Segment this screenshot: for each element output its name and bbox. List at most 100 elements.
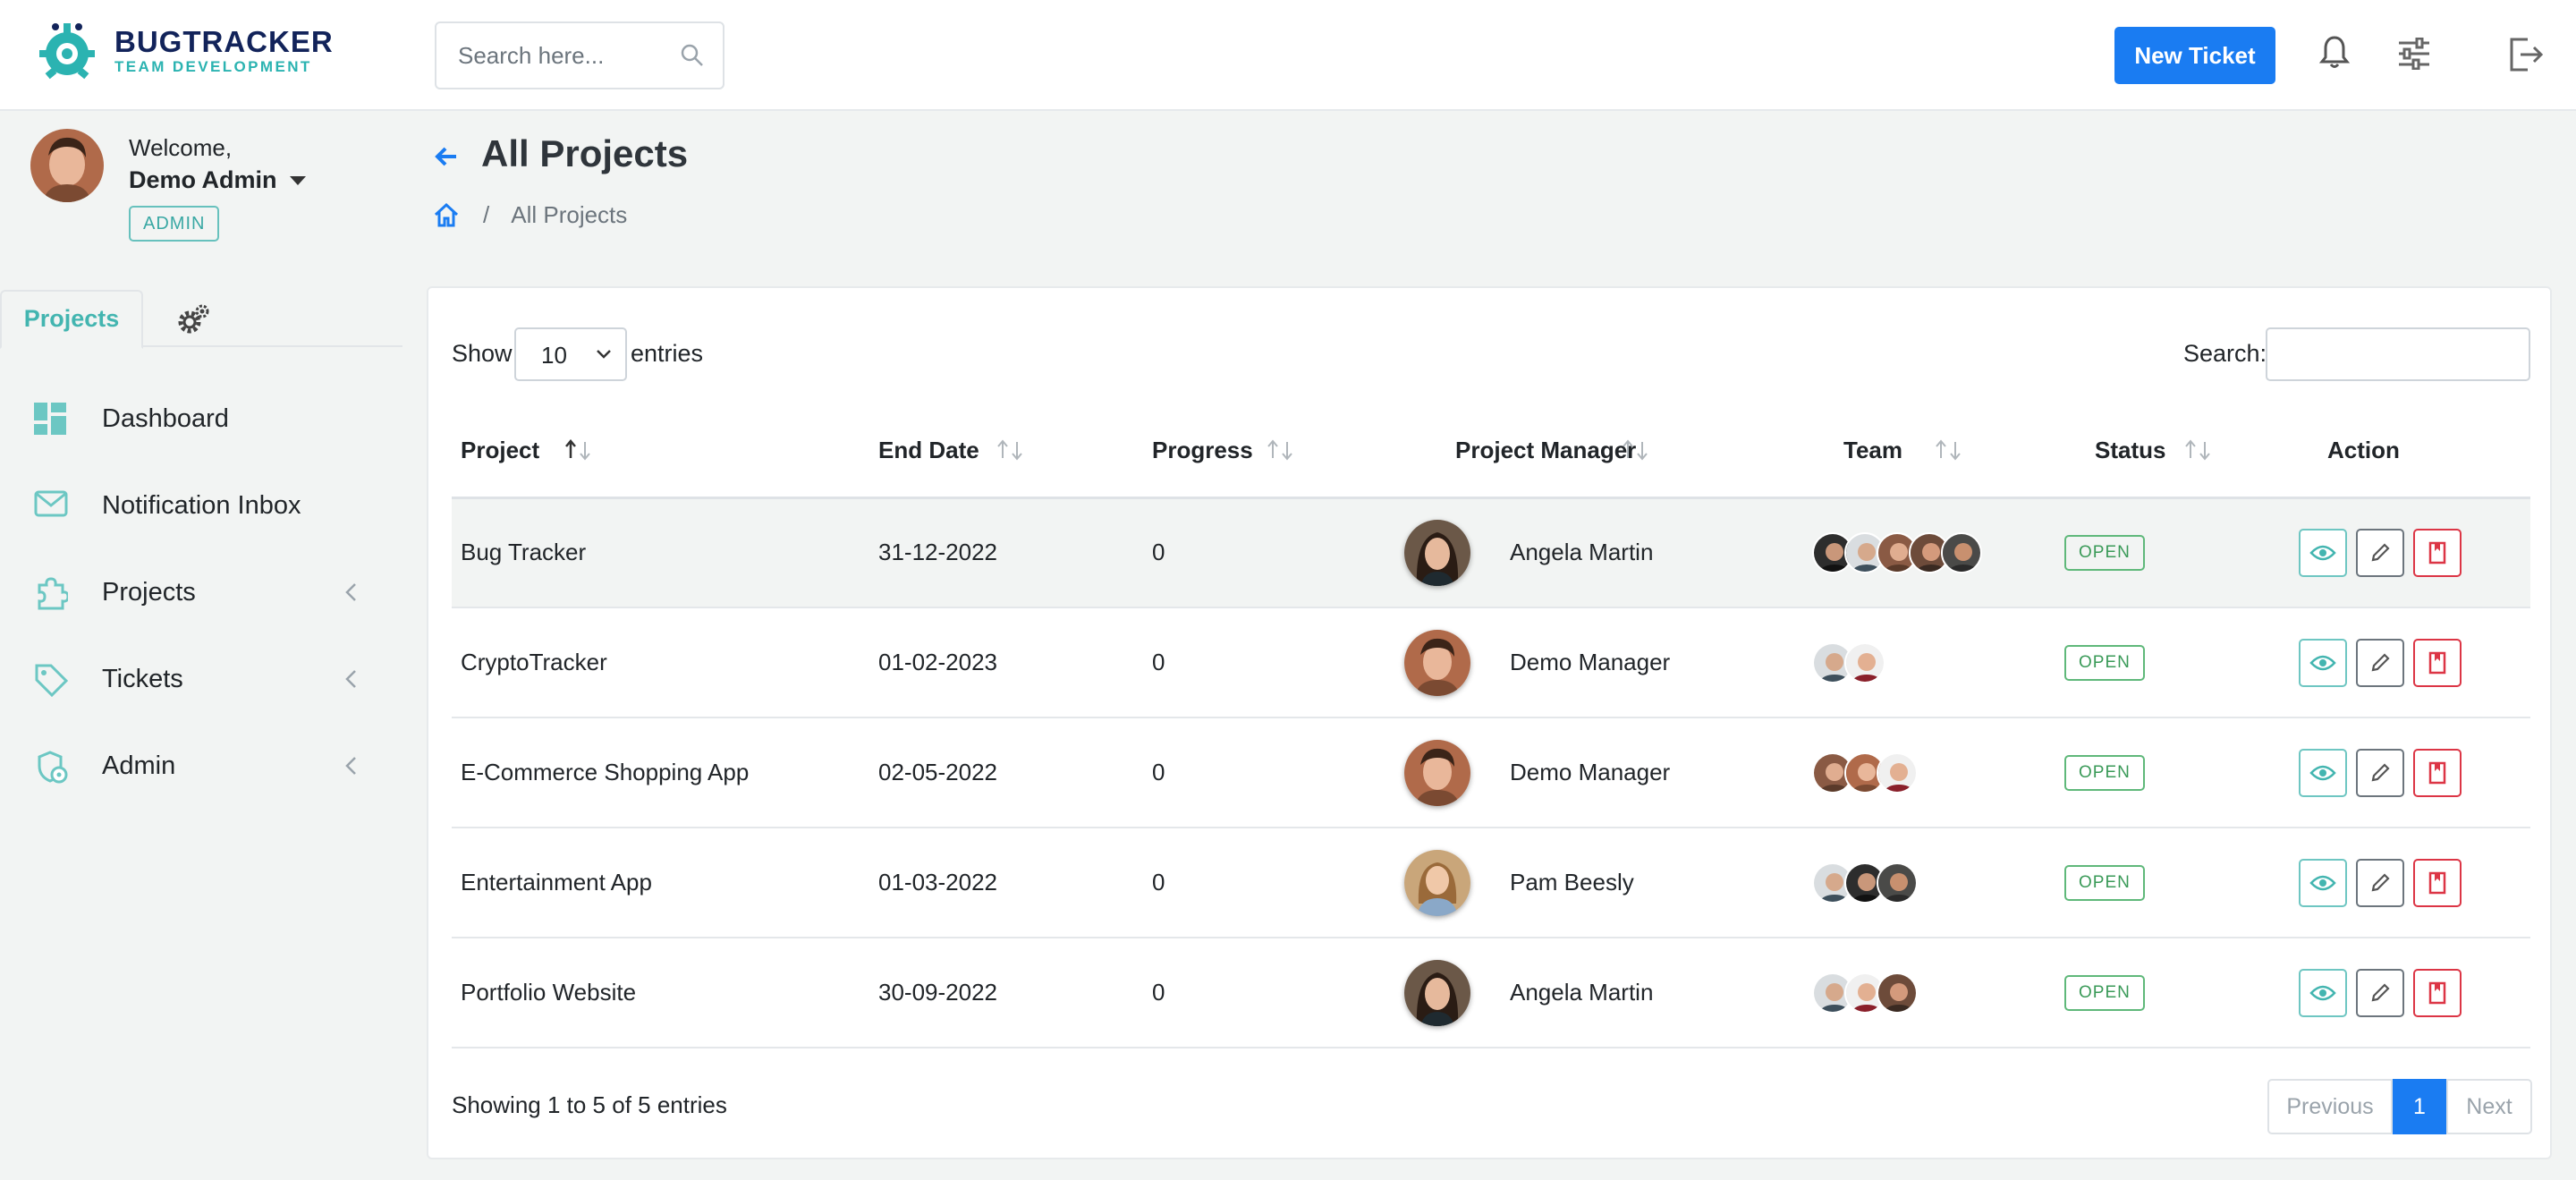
column-header-project[interactable]: Project xyxy=(452,404,869,499)
archive-button[interactable] xyxy=(2413,748,2462,797)
sort-icon xyxy=(997,439,1022,461)
entries-value: 10 xyxy=(541,342,567,369)
archive-button[interactable] xyxy=(2413,638,2462,687)
breadcrumb-current: All Projects xyxy=(511,200,628,228)
team-member-avatar[interactable] xyxy=(1877,862,1918,904)
view-button[interactable] xyxy=(2299,748,2347,797)
view-button[interactable] xyxy=(2299,858,2347,907)
sidebar: Welcome, Demo Admin ADMIN Projects Dashb… xyxy=(0,113,402,1180)
column-header-status[interactable]: Status xyxy=(2055,404,2290,499)
project-name[interactable]: Bug Tracker xyxy=(452,497,869,608)
end-date: 02-05-2022 xyxy=(869,717,1143,828)
pagination-page-1[interactable]: 1 xyxy=(2393,1079,2446,1134)
manager-avatar xyxy=(1404,629,1470,696)
pagination-next[interactable]: Next xyxy=(2446,1079,2532,1134)
sliders-icon[interactable] xyxy=(2397,38,2431,70)
project-name[interactable]: Entertainment App xyxy=(452,828,869,938)
caret-down-icon xyxy=(289,175,306,185)
bookmark-icon xyxy=(2428,761,2446,784)
entries-select[interactable]: 10 xyxy=(514,327,627,381)
column-header-progress[interactable]: Progress xyxy=(1143,404,1413,499)
edit-button[interactable] xyxy=(2356,968,2404,1017)
user-menu-toggle[interactable]: Demo Admin xyxy=(129,166,306,194)
eye-icon xyxy=(2309,765,2336,780)
sidebar-item-label: Projects xyxy=(102,577,196,607)
pencil-icon xyxy=(2371,652,2390,671)
home-icon[interactable] xyxy=(433,202,460,227)
project-name[interactable]: CryptoTracker xyxy=(452,607,869,718)
eye-icon xyxy=(2309,985,2336,1000)
tab-projects[interactable]: Projects xyxy=(0,290,143,349)
team-member-avatar[interactable] xyxy=(1844,641,1885,683)
global-search-input[interactable] xyxy=(458,23,673,88)
manager-name: Demo Manager xyxy=(1510,649,1671,675)
manager-avatar xyxy=(1404,519,1470,586)
bookmark-icon xyxy=(2428,981,2446,1004)
edit-button[interactable] xyxy=(2356,858,2404,907)
team-member-avatar[interactable] xyxy=(1877,751,1918,794)
sidebar-item-projects[interactable]: Projects xyxy=(0,556,402,628)
brand-logo[interactable]: BUGTRACKER TEAM DEVELOPMENT xyxy=(34,18,334,84)
sidebar-item-dashboard[interactable]: Dashboard xyxy=(0,383,402,454)
sidebar-item-tickets[interactable]: Tickets xyxy=(0,643,402,715)
chevron-left-icon xyxy=(345,670,356,688)
progress: 0 xyxy=(1143,717,1413,828)
team-member-avatar[interactable] xyxy=(1941,531,1982,573)
gears-icon[interactable] xyxy=(175,302,211,336)
project-name[interactable]: Portfolio Website xyxy=(452,938,869,1048)
show-label: Show xyxy=(452,340,513,367)
edit-button[interactable] xyxy=(2356,748,2404,797)
sidebar-item-admin[interactable]: Admin xyxy=(0,730,402,802)
tag-icon xyxy=(35,664,68,697)
team-member-avatar[interactable] xyxy=(1877,972,1918,1014)
table-row[interactable]: Bug Tracker 31-12-2022 0 Angela Martin O… xyxy=(452,497,2530,608)
bookmark-icon xyxy=(2428,541,2446,564)
team-avatars xyxy=(1812,972,2055,1014)
edit-button[interactable] xyxy=(2356,528,2404,577)
table-row[interactable]: E-Commerce Shopping App 02-05-2022 0 Dem… xyxy=(452,717,2530,828)
bookmark-icon xyxy=(2428,871,2446,894)
search-icon[interactable] xyxy=(680,43,705,68)
view-button[interactable] xyxy=(2299,968,2347,1017)
column-header-end-date[interactable]: End Date xyxy=(869,404,1143,499)
sort-asc-icon xyxy=(565,439,590,461)
manager-name: Demo Manager xyxy=(1510,759,1671,785)
projects-table: Project End Date Progress Project Manage… xyxy=(452,404,2530,1048)
archive-button[interactable] xyxy=(2413,858,2462,907)
eye-icon xyxy=(2309,875,2336,890)
sidebar-item-notification-inbox[interactable]: Notification Inbox xyxy=(0,470,402,541)
view-button[interactable] xyxy=(2299,638,2347,687)
project-name[interactable]: E-Commerce Shopping App xyxy=(452,717,869,828)
sidebar-item-label: Notification Inbox xyxy=(102,490,301,520)
table-row[interactable]: Entertainment App 01-03-2022 0 Pam Beesl… xyxy=(452,828,2530,938)
bell-icon[interactable] xyxy=(2318,34,2351,70)
user-avatar[interactable] xyxy=(30,129,104,202)
table-header-row: Project End Date Progress Project Manage… xyxy=(452,404,2530,499)
archive-button[interactable] xyxy=(2413,528,2462,577)
end-date: 31-12-2022 xyxy=(869,497,1143,608)
chevron-left-icon xyxy=(345,757,356,775)
team-avatars xyxy=(1812,751,2055,794)
back-arrow-icon[interactable] xyxy=(433,145,460,168)
table-search-input[interactable] xyxy=(2266,327,2530,381)
manager-name: Pam Beesly xyxy=(1510,869,1634,896)
pagination-previous[interactable]: Previous xyxy=(2267,1079,2393,1134)
end-date: 30-09-2022 xyxy=(869,938,1143,1048)
user-gear-icon xyxy=(38,751,68,784)
new-ticket-button[interactable]: New Ticket xyxy=(2114,27,2275,84)
bookmark-icon xyxy=(2428,651,2446,674)
table-row[interactable]: Portfolio Website 30-09-2022 0 Angela Ma… xyxy=(452,938,2530,1048)
edit-button[interactable] xyxy=(2356,638,2404,687)
logout-icon[interactable] xyxy=(2508,38,2544,72)
table-row[interactable]: CryptoTracker 01-02-2023 0 Demo Manager … xyxy=(452,607,2530,718)
user-name: Demo Admin xyxy=(129,166,277,193)
sort-icon xyxy=(2185,439,2210,461)
welcome-text: Welcome, xyxy=(129,134,233,161)
column-header-project-manager[interactable]: Project Manager xyxy=(1413,404,1803,499)
column-header-team[interactable]: Team xyxy=(1803,404,2055,499)
end-date: 01-03-2022 xyxy=(869,828,1143,938)
manager-avatar xyxy=(1404,959,1470,1026)
archive-button[interactable] xyxy=(2413,968,2462,1017)
view-button[interactable] xyxy=(2299,528,2347,577)
global-search xyxy=(435,21,724,89)
